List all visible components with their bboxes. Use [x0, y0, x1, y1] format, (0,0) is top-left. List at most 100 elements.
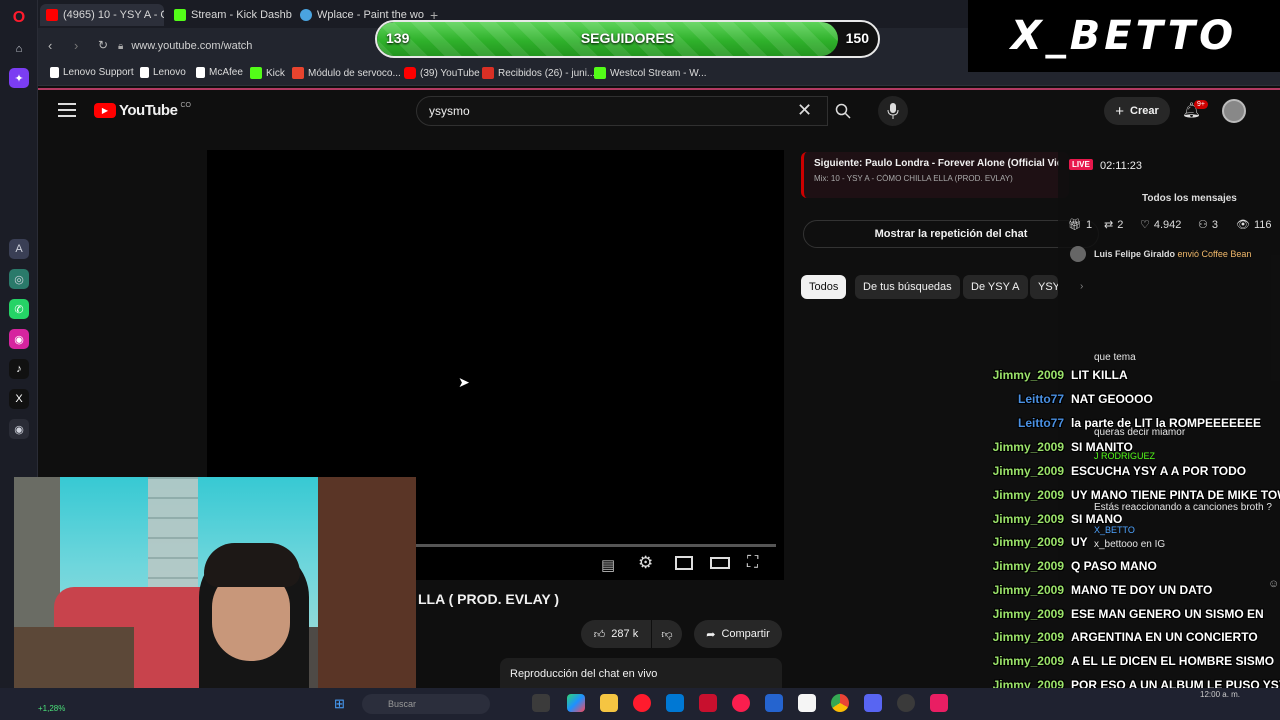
- back-icon[interactable]: ‹: [48, 38, 52, 53]
- tiktok-live-icon[interactable]: [930, 694, 948, 712]
- chip-from-searches[interactable]: De tus búsquedas: [855, 275, 960, 299]
- chat-message: ARGENTINA EN UN CONCIERTO: [1071, 630, 1258, 644]
- kick-favicon-icon: [174, 9, 186, 21]
- home-icon[interactable]: ⌂: [9, 39, 29, 59]
- bookmark-lenovo[interactable]: Lenovo: [140, 67, 186, 78]
- search-input[interactable]: ysysmo: [416, 96, 828, 126]
- up-next-card[interactable]: Siguiente: Paulo Londra - Forever Alone …: [801, 152, 1069, 198]
- share-label: Compartir: [721, 628, 770, 640]
- chevron-right-icon[interactable]: ›: [1080, 281, 1083, 292]
- doc-icon: [140, 67, 149, 78]
- gift-text: envió Coffee Bean: [1177, 249, 1252, 259]
- chat-message: ESCUCHA YSY A A POR TODO: [1071, 464, 1247, 478]
- bookmark-youtube[interactable]: (39) YouTube: [404, 67, 480, 79]
- shield-icon: [292, 67, 304, 79]
- opera-gx-icon[interactable]: [732, 694, 750, 712]
- show-chat-replay-button[interactable]: Mostrar la repetición del chat: [803, 220, 1099, 248]
- voice-search-button[interactable]: [878, 96, 908, 126]
- instagram-icon[interactable]: ◉: [9, 329, 29, 349]
- chatgpt-icon[interactable]: ◎: [9, 269, 29, 289]
- store-icon[interactable]: [666, 694, 684, 712]
- taskbar-search[interactable]: Buscar: [362, 694, 490, 714]
- like-button[interactable]: 👍︎ 287 k: [581, 620, 651, 648]
- url-text: www.youtube.com/watch: [131, 40, 253, 52]
- forward-icon[interactable]: ›: [74, 38, 78, 53]
- stat-value: 116: [1253, 218, 1272, 231]
- search-value: ysysmo: [429, 104, 470, 118]
- notion-icon[interactable]: [798, 694, 816, 712]
- copilot-icon[interactable]: [567, 694, 585, 712]
- avatar[interactable]: [1222, 99, 1246, 123]
- chat-filter-label[interactable]: Todos los mensajes: [1142, 193, 1237, 204]
- thumb-up-icon: 👍︎: [593, 628, 606, 641]
- chip-ysy[interactable]: YSY: [1030, 275, 1058, 299]
- chat-username: Jimmy_2009: [992, 607, 1064, 621]
- reload-icon[interactable]: ↻: [98, 38, 108, 52]
- discord-icon[interactable]: [864, 694, 882, 712]
- x-icon[interactable]: X: [9, 389, 29, 409]
- progress-track[interactable]: [416, 544, 776, 547]
- search-button[interactable]: [826, 96, 860, 126]
- folder-icon[interactable]: [600, 694, 618, 712]
- chrome-icon[interactable]: [831, 694, 849, 712]
- bookmark-label: Módulo de servoco...: [308, 67, 401, 79]
- todo-icon[interactable]: [765, 694, 783, 712]
- star-icon[interactable]: ✦: [9, 68, 29, 88]
- opera-logo-icon[interactable]: O: [9, 8, 29, 28]
- chat-username: Jimmy_2009: [992, 559, 1064, 573]
- tab-youtube[interactable]: (4965) 10 - YSY A - CO: [40, 4, 164, 26]
- search-icon: [835, 103, 851, 119]
- opera-icon[interactable]: [633, 694, 651, 712]
- share-icon: ➦: [706, 628, 716, 641]
- bookmark-kick[interactable]: Kick: [250, 67, 285, 79]
- miniplayer-icon[interactable]: [675, 556, 693, 570]
- globe-favicon-icon: [300, 9, 312, 21]
- obs-icon[interactable]: [897, 694, 915, 712]
- url-field[interactable]: 🔒︎ www.youtube.com/watch: [118, 35, 378, 57]
- heart-icon: ♡: [1140, 219, 1150, 231]
- chip-label: De YSY A: [971, 281, 1020, 293]
- show-replay-label: Mostrar la repetición del chat: [874, 228, 1028, 240]
- chat-message: ESE MAN GENERO UN SISMO EN: [1071, 607, 1264, 621]
- logo-text: X_BETTO: [1010, 13, 1238, 59]
- bookmark-mcafee[interactable]: McAfee: [196, 67, 243, 78]
- eye-icon: 👁︎: [1236, 219, 1250, 231]
- like-count: 287 k: [611, 628, 639, 640]
- chat-username: Leitto77: [1017, 416, 1064, 430]
- theater-mode-icon[interactable]: [710, 557, 730, 569]
- fullscreen-icon[interactable]: ⛶: [747, 554, 758, 572]
- mcafee-icon[interactable]: [699, 694, 717, 712]
- cam-person-hair: [204, 543, 300, 587]
- menu-icon[interactable]: [58, 101, 76, 117]
- aria-icon[interactable]: A: [9, 239, 29, 259]
- player-icon[interactable]: ◉: [9, 419, 29, 439]
- stat-value: 3: [1211, 218, 1218, 231]
- windows-start-icon[interactable]: ⊞: [334, 696, 345, 712]
- subtitles-icon[interactable]: ▤: [601, 556, 615, 574]
- chip-all[interactable]: Todos: [801, 275, 847, 299]
- youtube-logo[interactable]: ▶ YouTube CO: [94, 102, 191, 119]
- tab-kick[interactable]: Stream - Kick Dashboard: [168, 4, 292, 26]
- country-code: CO: [180, 102, 191, 109]
- stat-viewers: 👁︎ 116: [1236, 218, 1272, 232]
- clear-search-icon[interactable]: ✕: [797, 100, 812, 121]
- share-button[interactable]: ➦ Compartir: [694, 620, 782, 648]
- stat-gifts: 🎁︎ 1: [1068, 218, 1092, 232]
- bookmark-modulo[interactable]: Módulo de servoco...: [292, 67, 401, 79]
- live-chat-replay-header[interactable]: Reproducción del chat en vivo: [500, 658, 782, 688]
- task-view-icon[interactable]: [532, 694, 550, 712]
- stock-widget[interactable]: +1,28%: [38, 704, 65, 713]
- up-next-subtitle: Mix: 10 - YSY A - CÓMO CHILLA ELLA (PROD…: [814, 174, 1013, 183]
- whatsapp-icon[interactable]: ✆: [9, 299, 29, 319]
- dislike-button[interactable]: 👎︎: [652, 620, 682, 648]
- bookmark-gmail[interactable]: Recibidos (26) - juni...: [482, 67, 595, 79]
- gift-alert: Luis Felipe Giraldo envió Coffee Bean: [1094, 249, 1251, 259]
- settings-gear-icon[interactable]: ⚙: [638, 553, 653, 573]
- bookmark-westcol[interactable]: Westcol Stream - W...: [594, 67, 707, 79]
- chip-from-ysy-a[interactable]: De YSY A: [963, 275, 1028, 299]
- create-button[interactable]: + Crear: [1104, 97, 1170, 125]
- chat-message: MANO TE DOY UN DATO: [1071, 583, 1213, 597]
- bookmark-lenovo-support[interactable]: Lenovo Support: [50, 67, 134, 78]
- tiktok-icon[interactable]: ♪: [9, 359, 29, 379]
- emoji-icon[interactable]: ☺: [1268, 578, 1279, 590]
